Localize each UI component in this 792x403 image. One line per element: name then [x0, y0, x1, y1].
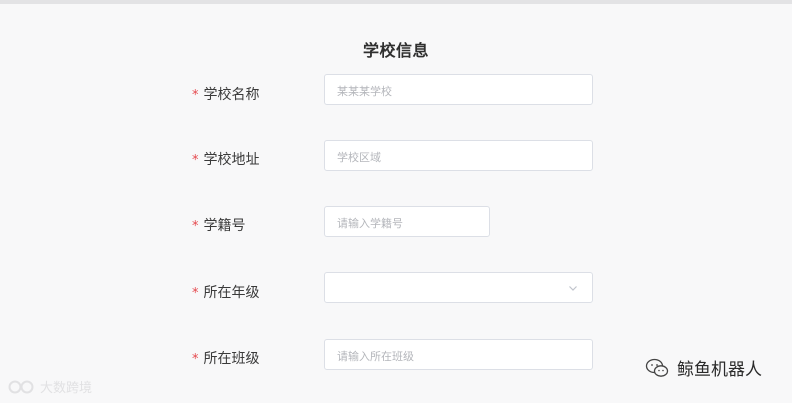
- chevron-down-icon[interactable]: [568, 283, 578, 293]
- form-title: 学校信息: [362, 41, 429, 60]
- label-grade: * 所在年级: [192, 282, 260, 302]
- required-mark: *: [192, 219, 199, 234]
- grade-select[interactable]: [324, 272, 593, 303]
- watermark-left: 大数跨境: [8, 377, 92, 396]
- school-address-input[interactable]: 学校区域: [324, 140, 593, 171]
- school-address-placeholder: 学校区域: [337, 151, 381, 164]
- watermark-right: 鲸鱼机器人: [645, 355, 762, 380]
- label-class-text: 所在班级: [203, 351, 260, 367]
- watermark-right-text: 鲸鱼机器人: [677, 360, 762, 380]
- class-input[interactable]: 请输入所在班级: [324, 339, 593, 370]
- watermark-left-text: 大数跨境: [40, 381, 93, 396]
- label-student-id: * 学籍号: [192, 215, 246, 235]
- label-school-name: * 学校名称: [192, 84, 260, 104]
- class-placeholder: 请输入所在班级: [337, 350, 414, 363]
- student-id-placeholder: 请输入学籍号: [337, 217, 403, 230]
- brand-logo-icon: [8, 380, 34, 393]
- required-mark: *: [192, 352, 199, 367]
- label-student-id-text: 学籍号: [203, 218, 246, 234]
- student-id-input[interactable]: 请输入学籍号: [324, 206, 490, 237]
- school-name-placeholder: 某某某学校: [337, 85, 392, 98]
- required-mark: *: [192, 286, 199, 301]
- required-mark: *: [192, 88, 199, 103]
- label-school-name-text: 学校名称: [203, 87, 260, 103]
- label-school-address: * 学校地址: [192, 149, 260, 169]
- label-class: * 所在班级: [192, 348, 260, 368]
- label-school-address-text: 学校地址: [203, 152, 260, 168]
- school-info-panel: 学校信息 * 学校名称 某某某学校 * 学校地址 学校区域 * 学籍号 请输入学籍号 …: [0, 4, 792, 403]
- wechat-icon: [645, 358, 669, 377]
- required-mark: *: [192, 153, 199, 168]
- label-grade-text: 所在年级: [203, 285, 260, 301]
- school-name-input[interactable]: 某某某学校: [324, 74, 593, 105]
